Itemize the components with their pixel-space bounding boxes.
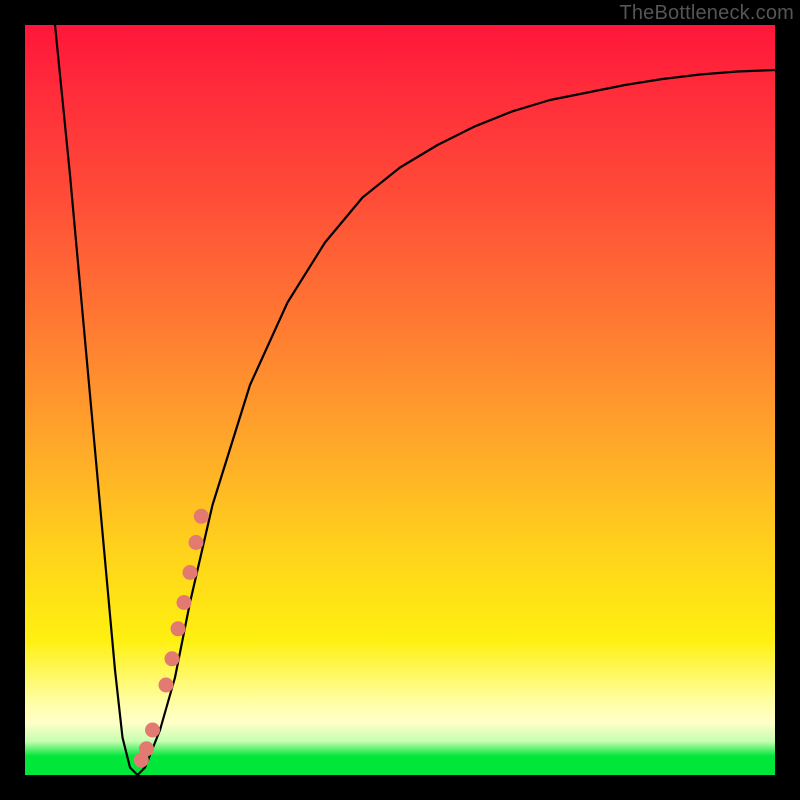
highlight-dot (165, 651, 180, 666)
highlight-dot (159, 678, 174, 693)
watermark-text: TheBottleneck.com (619, 2, 794, 25)
highlight-dot (194, 509, 209, 524)
chart-frame: TheBottleneck.com (0, 0, 800, 800)
bottleneck-curve (55, 25, 775, 775)
plot-area (25, 25, 775, 775)
highlight-dot (171, 621, 186, 636)
highlight-dot (139, 741, 154, 756)
highlight-dot (183, 565, 198, 580)
highlight-dot (189, 535, 204, 550)
curve-layer (25, 25, 775, 775)
highlight-dot (177, 595, 192, 610)
highlight-dot (145, 723, 160, 738)
